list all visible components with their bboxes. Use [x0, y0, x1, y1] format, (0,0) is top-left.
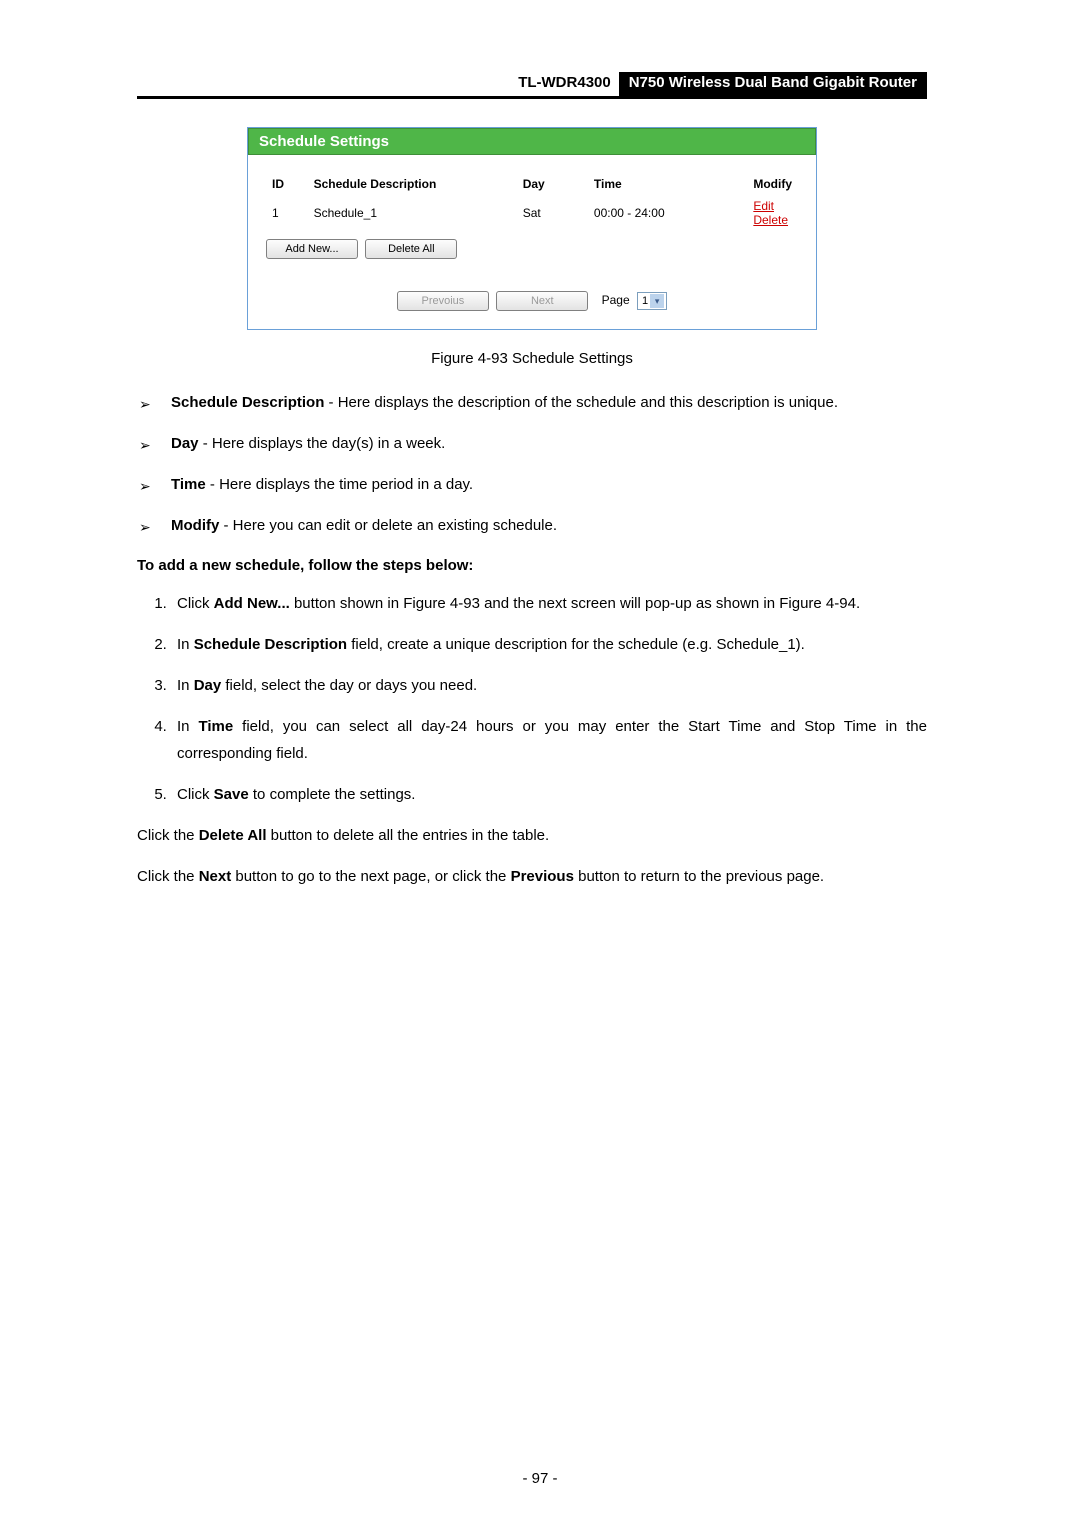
- cell-id: 1: [266, 195, 308, 231]
- figure-caption: Figure 4-93 Schedule Settings: [137, 350, 927, 367]
- table-header-row: ID Schedule Description Day Time Modify: [266, 173, 798, 195]
- cell-time: 00:00 - 24:00: [588, 195, 747, 231]
- step-item: Click Add New... button shown in Figure …: [171, 590, 927, 617]
- paragraph: Click the Next button to go to the next …: [137, 863, 927, 890]
- list-item: ➢ Time - Here displays the time period in…: [137, 471, 927, 498]
- edit-link[interactable]: Edit: [753, 199, 774, 213]
- term: Modify: [171, 517, 219, 534]
- model-number: TL-WDR4300: [510, 72, 619, 96]
- schedule-table: ID Schedule Description Day Time Modify …: [266, 173, 798, 231]
- term: Time: [171, 476, 206, 493]
- steps-list: Click Add New... button shown in Figure …: [137, 590, 927, 808]
- step-item: In Schedule Description field, create a …: [171, 631, 927, 658]
- page-number: - 97 -: [0, 1470, 1080, 1487]
- paragraph: Click the Delete All button to delete al…: [137, 822, 927, 849]
- step-item: In Time field, you can select all day-24…: [171, 713, 927, 767]
- term-desc: - Here displays the time period in a day…: [206, 476, 473, 493]
- page-select-value: 1: [642, 295, 648, 307]
- col-time: Time: [588, 173, 747, 195]
- page-header: TL-WDR4300 N750 Wireless Dual Band Gigab…: [137, 72, 927, 99]
- panel-title: Schedule Settings: [248, 128, 816, 155]
- next-button[interactable]: Next: [496, 291, 588, 311]
- term: Schedule Description: [171, 394, 324, 411]
- col-modify: Modify: [747, 173, 798, 195]
- product-name: N750 Wireless Dual Band Gigabit Router: [619, 72, 927, 96]
- table-row: 1 Schedule_1 Sat 00:00 - 24:00 Edit Dele…: [266, 195, 798, 231]
- col-id: ID: [266, 173, 308, 195]
- step-item: Click Save to complete the settings.: [171, 781, 927, 808]
- term: Day: [171, 435, 199, 452]
- page-select[interactable]: 1▾: [637, 292, 667, 310]
- cell-modify: Edit Delete: [747, 195, 798, 231]
- bullet-icon: ➢: [139, 474, 151, 499]
- term-desc: - Here displays the description of the s…: [324, 394, 838, 411]
- list-item: ➢ Schedule Description - Here displays th…: [137, 389, 927, 416]
- bullet-icon: ➢: [139, 392, 151, 417]
- col-desc: Schedule Description: [308, 173, 517, 195]
- pager: Prevoius Next Page 1▾: [248, 275, 816, 329]
- list-item: ➢ Day - Here displays the day(s) in a wee…: [137, 430, 927, 457]
- description-list: ➢ Schedule Description - Here displays th…: [137, 389, 927, 539]
- cell-day: Sat: [517, 195, 588, 231]
- step-item: In Day field, select the day or days you…: [171, 672, 927, 699]
- schedule-settings-figure: Schedule Settings ID Schedule Descriptio…: [247, 127, 817, 330]
- chevron-down-icon: ▾: [650, 294, 664, 308]
- col-day: Day: [517, 173, 588, 195]
- cell-desc: Schedule_1: [308, 195, 517, 231]
- bullet-icon: ➢: [139, 433, 151, 458]
- term-desc: - Here displays the day(s) in a week.: [199, 435, 446, 452]
- previous-button[interactable]: Prevoius: [397, 291, 489, 311]
- list-item: ➢ Modify - Here you can edit or delete an…: [137, 512, 927, 539]
- steps-heading: To add a new schedule, follow the steps …: [137, 557, 927, 574]
- page-label: Page: [602, 293, 630, 307]
- bullet-icon: ➢: [139, 515, 151, 540]
- add-new-button[interactable]: Add New...: [266, 239, 358, 259]
- term-desc: - Here you can edit or delete an existin…: [219, 517, 557, 534]
- delete-link[interactable]: Delete: [753, 213, 788, 227]
- delete-all-button[interactable]: Delete All: [365, 239, 457, 259]
